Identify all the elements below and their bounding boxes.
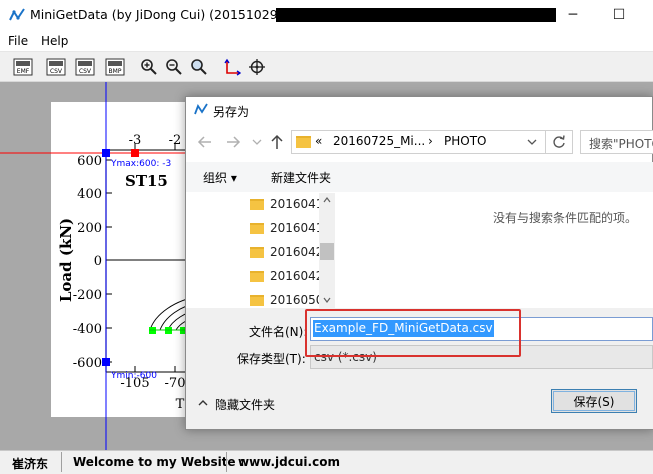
- ymin-label: Ymin:-600: [110, 371, 157, 381]
- data-csv-button[interactable]: CSV: [73, 56, 97, 78]
- x-axis-letter: T: [176, 397, 185, 412]
- crosshair-icon: [249, 59, 265, 75]
- ytick-400: 400: [77, 187, 102, 202]
- breadcrumb-overflow[interactable]: «: [315, 134, 322, 148]
- csv-file-icon: CSV: [46, 58, 66, 76]
- hide-folders-button[interactable]: 隐藏文件夹: [215, 396, 275, 413]
- bmp-label: BMP: [109, 68, 122, 75]
- plot-canvas[interactable]: 600 400 200 0 -200 -400 -600 -3 -2 -105 …: [0, 82, 200, 450]
- zoom-in-icon: [141, 59, 157, 75]
- back-icon[interactable]: [197, 135, 213, 149]
- folder-icon: [250, 247, 264, 258]
- breadcrumb-separator: ›: [428, 134, 433, 148]
- status-separator: [226, 452, 227, 472]
- status-separator: [61, 452, 62, 472]
- scroll-down-icon[interactable]: [323, 297, 331, 303]
- bmp-file-icon: BMP: [105, 58, 125, 76]
- toolbar: [0, 52, 653, 82]
- filename-label: 文件名(N):: [249, 325, 308, 339]
- menu-bar: [0, 30, 653, 52]
- zoom-out-icon: [166, 59, 182, 75]
- save-button[interactable]: 保存(S): [551, 389, 637, 413]
- zoom-fit-icon: [191, 59, 207, 75]
- ytick-neg200: -200: [73, 288, 102, 303]
- crosshair-button[interactable]: [245, 56, 269, 78]
- breadcrumb-current[interactable]: PHOTO: [444, 134, 486, 148]
- scroll-up-icon[interactable]: [323, 197, 331, 203]
- tree-scroll-thumb[interactable]: [320, 243, 334, 260]
- status-website[interactable]: www.jdcui.com: [238, 455, 340, 469]
- address-divider: [545, 130, 546, 154]
- axis-button[interactable]: [220, 56, 244, 78]
- menu-help[interactable]: Help: [41, 34, 68, 48]
- y-axis-label: Load (kN): [57, 218, 75, 302]
- new-folder-button[interactable]: 新建文件夹: [271, 169, 331, 186]
- address-dropdown-icon[interactable]: [527, 138, 537, 146]
- ytick-600: 600: [77, 154, 102, 169]
- ymin-marker[interactable]: [102, 358, 110, 366]
- xtick-top-2: -2: [169, 133, 182, 148]
- csv-data-label: CSV: [79, 68, 92, 75]
- emf-file-icon: EMF: [13, 58, 33, 76]
- menu-file[interactable]: File: [8, 34, 28, 48]
- breadcrumb-parent[interactable]: 20160725_Mi...: [333, 134, 425, 148]
- ytick-neg600: -600: [73, 356, 102, 371]
- ytick-neg400: -400: [73, 322, 102, 337]
- redacted-path: [276, 8, 556, 22]
- zoom-fit-button[interactable]: [187, 56, 211, 78]
- tree-item[interactable]: 2016041: [270, 221, 323, 235]
- xtick-top-1: -3: [129, 133, 142, 148]
- maximize-icon: ☐: [612, 7, 626, 23]
- up-icon[interactable]: [270, 134, 284, 150]
- refresh-icon[interactable]: [552, 135, 566, 149]
- axis-icon: [224, 58, 241, 76]
- ytick-0: 0: [94, 254, 102, 269]
- folder-icon: [250, 271, 264, 282]
- folder-icon: [250, 223, 264, 234]
- tree-item[interactable]: 2016050: [270, 293, 323, 307]
- tree-item[interactable]: 2016042: [270, 245, 323, 259]
- window-title: MiniGetData (by JiDong Cui) (20151029) -: [30, 7, 292, 22]
- recent-dropdown-icon[interactable]: [252, 138, 262, 146]
- search-input[interactable]: 搜索"PHOTO": [589, 135, 653, 152]
- open-emf-button[interactable]: EMF: [11, 56, 35, 78]
- folder-icon: [250, 199, 264, 210]
- zoom-out-button[interactable]: [162, 56, 186, 78]
- emf-label: EMF: [17, 68, 30, 75]
- xtick-bottom-2: -70: [165, 376, 186, 391]
- minimize-button[interactable]: ─: [550, 0, 596, 30]
- zoom-in-button[interactable]: [137, 56, 161, 78]
- csv-data-icon: CSV: [75, 58, 95, 76]
- save-bmp-button[interactable]: BMP: [103, 56, 127, 78]
- folder-icon: [296, 136, 311, 148]
- xmin-marker[interactable]: [131, 149, 139, 157]
- highlight-box: [305, 309, 521, 357]
- save-button-label: 保存(S): [573, 394, 615, 409]
- chevron-up-icon[interactable]: [198, 399, 208, 407]
- csv-label: CSV: [50, 68, 63, 75]
- status-author: 崔济东: [12, 457, 49, 471]
- forward-icon[interactable]: [225, 135, 241, 149]
- app-logo-icon: [9, 8, 25, 21]
- tree-item[interactable]: 2016041: [270, 197, 323, 211]
- command-bar: [186, 162, 653, 192]
- organize-button[interactable]: 组织 ▾: [203, 169, 237, 186]
- ymax-label: Ymax:600: -3: [110, 159, 171, 169]
- save-csv-button[interactable]: CSV: [44, 56, 68, 78]
- empty-message: 没有与搜索条件匹配的项。: [493, 211, 638, 225]
- minimize-icon: ─: [568, 7, 578, 23]
- dialog-app-icon: [194, 103, 208, 115]
- dialog-title: 另存为: [213, 105, 250, 119]
- filetype-label: 保存类型(T):: [237, 352, 306, 366]
- tree-item[interactable]: 2016042: [270, 269, 323, 283]
- status-welcome: Welcome to my Website :: [73, 455, 245, 469]
- folder-icon: [250, 295, 264, 306]
- ytick-200: 200: [77, 221, 102, 236]
- maximize-button[interactable]: ☐: [596, 0, 642, 30]
- ymax-marker[interactable]: [102, 149, 110, 157]
- specimen-label: ST15: [125, 172, 168, 190]
